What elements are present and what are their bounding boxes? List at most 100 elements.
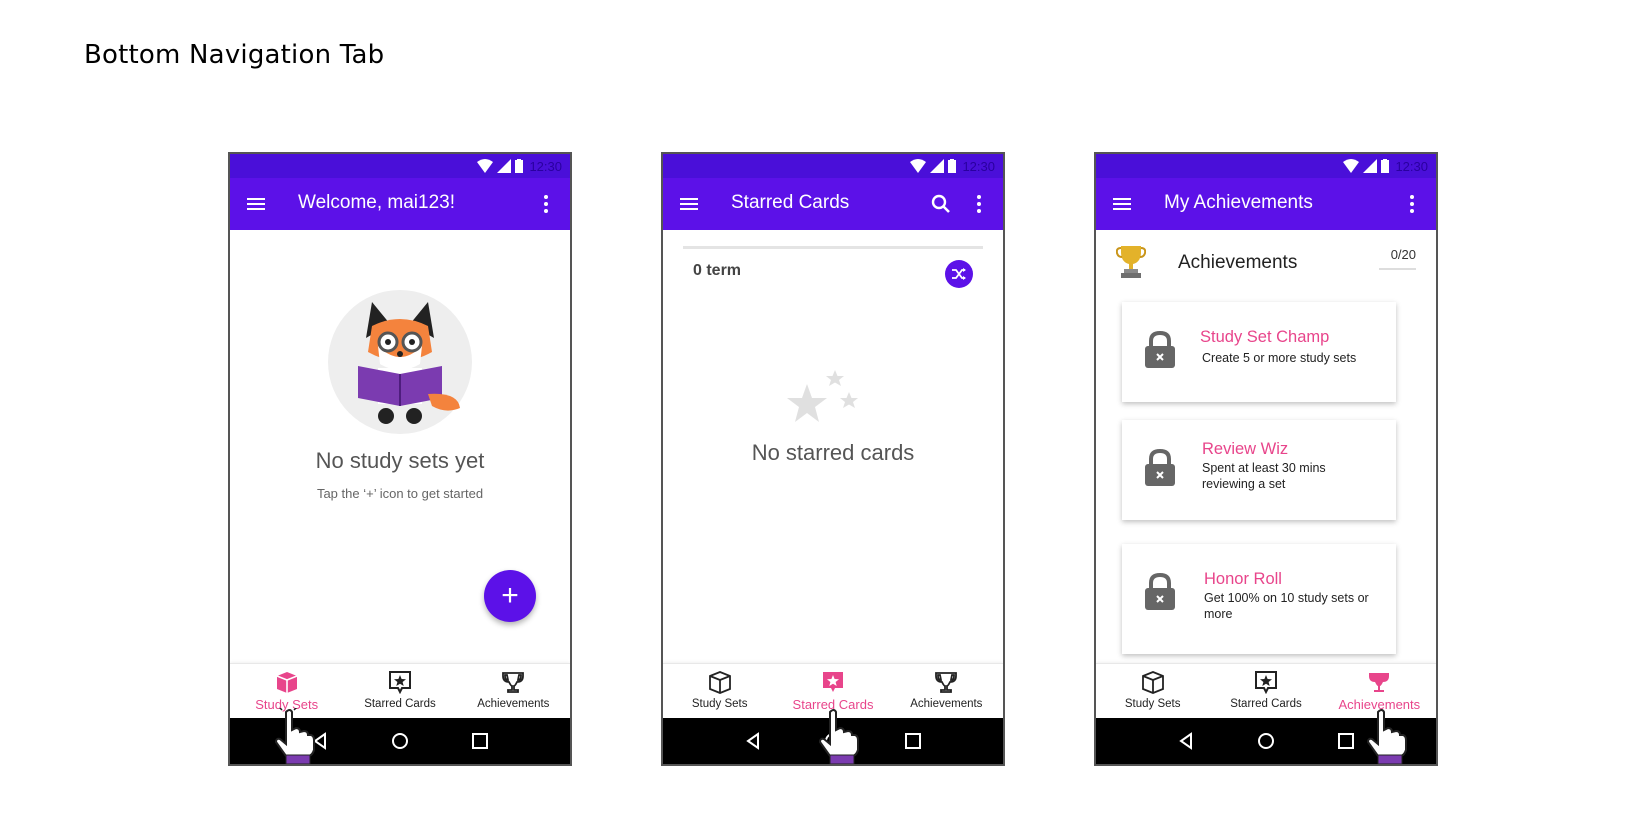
nav-label-study-sets: Study Sets <box>255 697 319 712</box>
app-bar-title: Starred Cards <box>731 192 850 213</box>
status-time: 12:30 <box>962 158 995 174</box>
app-bar-title: Welcome, mai123! <box>298 192 455 213</box>
empty-state-title: No starred cards <box>751 440 915 465</box>
empty-stars-illustration <box>787 370 858 422</box>
study-sets-icon <box>708 671 731 694</box>
main-content: No study sets yet Tap the ‘+’ icon to ge… <box>230 230 570 656</box>
nav-label-achievements: Achievements <box>477 698 550 710</box>
system-navigation-bar <box>1096 718 1436 764</box>
section-title: Achievements <box>1178 252 1298 273</box>
achievement-count: 0/20 <box>1378 247 1416 270</box>
nav-tab-achievements[interactable]: Achievements <box>457 664 570 718</box>
nav-tab-starred-cards[interactable]: Starred Cards <box>1209 664 1322 718</box>
achievement-description: Create 5 or more study sets <box>1202 351 1357 365</box>
gold-trophy-icon <box>1116 246 1146 278</box>
app-bar-title: My Achievements <box>1164 192 1313 213</box>
battery-icon <box>948 159 957 173</box>
starred-cards-icon <box>822 672 843 692</box>
menu-icon[interactable] <box>677 192 701 216</box>
main-content: Achievements 0/20 Study Set Champ Create… <box>1096 230 1436 656</box>
signal-icon <box>497 159 512 173</box>
wifi-icon <box>477 159 494 173</box>
app-bar: Starred Cards <box>663 178 1003 230</box>
menu-icon[interactable] <box>244 192 268 216</box>
divider <box>683 246 983 249</box>
phone-achievements: 12:30 My Achievements Achievements 0/20 … <box>1094 152 1438 766</box>
status-time: 12:30 <box>529 158 562 174</box>
achievement-card[interactable]: Review Wiz Spent at least 30 mins review… <box>1122 420 1396 520</box>
achievement-title: Review Wiz <box>1202 440 1289 458</box>
wifi-icon <box>910 159 927 173</box>
nav-label-study-sets: Study Sets <box>691 698 748 710</box>
battery-icon <box>1381 159 1390 173</box>
term-count: 0 term <box>693 262 742 279</box>
nav-tab-starred-cards[interactable]: Starred Cards <box>343 664 456 718</box>
achievement-title: Honor Roll <box>1204 570 1282 588</box>
search-icon[interactable] <box>929 192 953 216</box>
trophy-icon <box>502 672 525 693</box>
nav-tab-study-sets[interactable]: Study Sets <box>230 664 343 718</box>
nav-tab-study-sets[interactable]: Study Sets <box>1096 664 1209 718</box>
battery-icon <box>515 159 524 173</box>
add-icon: + <box>501 579 519 612</box>
status-bar: 12:30 <box>663 154 1003 178</box>
nav-tab-starred-cards[interactable]: Starred Cards <box>776 664 889 718</box>
recents-icon[interactable] <box>904 732 922 750</box>
recents-icon[interactable] <box>471 732 489 750</box>
more-vert-icon[interactable] <box>967 192 991 216</box>
app-bar: Welcome, mai123! <box>230 178 570 230</box>
nav-tab-achievements[interactable]: Achievements <box>890 664 1003 718</box>
achievement-description: Spent at least 30 mins reviewing a set <box>1202 461 1326 491</box>
bottom-navigation: Study Sets Starred Cards Achievements <box>230 663 570 718</box>
status-time: 12:30 <box>1395 158 1428 174</box>
nav-label-achievements: Achievements <box>1338 697 1421 712</box>
trophy-icon <box>1369 673 1390 692</box>
nav-label-achievements: Achievements <box>910 698 983 710</box>
nav-label-starred-cards: Starred Cards <box>792 697 874 712</box>
wifi-icon <box>1343 159 1360 173</box>
lock-icon <box>1145 448 1175 486</box>
lock-icon <box>1145 330 1175 368</box>
back-icon[interactable] <box>311 732 329 750</box>
menu-icon[interactable] <box>1110 192 1134 216</box>
bottom-navigation: Study Sets Starred Cards Achievements <box>1096 663 1436 718</box>
back-icon[interactable] <box>744 732 762 750</box>
back-icon[interactable] <box>1177 732 1195 750</box>
system-navigation-bar <box>663 718 1003 764</box>
shuffle-button[interactable] <box>945 260 973 288</box>
app-bar: My Achievements <box>1096 178 1436 230</box>
starred-cards-icon <box>388 671 411 694</box>
achievements-header: Achievements 0/20 <box>1116 242 1416 282</box>
bottom-navigation: Study Sets Starred Cards Achievements <box>663 663 1003 718</box>
study-sets-icon <box>1141 671 1164 694</box>
nav-tab-achievements[interactable]: Achievements <box>1323 664 1436 718</box>
recents-icon[interactable] <box>1337 732 1355 750</box>
empty-state-subtitle: Tap the ‘+’ icon to get started <box>316 486 484 501</box>
home-icon[interactable] <box>1257 732 1275 750</box>
main-content: 0 term No starred cards <box>663 230 1003 656</box>
achievement-description: Get 100% on 10 study sets or more <box>1204 591 1369 621</box>
fox-mascot-illustration <box>328 290 472 434</box>
status-bar: 12:30 <box>1096 154 1436 178</box>
phone-starred-cards: 12:30 Starred Cards 0 term No starred ca… <box>661 152 1005 766</box>
more-vert-icon[interactable] <box>1400 192 1424 216</box>
system-navigation-bar <box>230 718 570 764</box>
achievement-card[interactable]: Study Set Champ Create 5 or more study s… <box>1122 302 1396 402</box>
more-vert-icon[interactable] <box>534 192 558 216</box>
signal-icon <box>1363 159 1378 173</box>
nav-tab-study-sets[interactable]: Study Sets <box>663 664 776 718</box>
achievement-card[interactable]: Honor Roll Get 100% on 10 study sets or … <box>1122 544 1396 654</box>
home-icon[interactable] <box>824 732 842 750</box>
nav-label-starred-cards: Starred Cards <box>1230 698 1302 710</box>
home-icon[interactable] <box>391 732 409 750</box>
lock-icon <box>1145 572 1175 610</box>
nav-label-study-sets: Study Sets <box>1124 698 1181 710</box>
trophy-icon <box>935 672 958 693</box>
status-bar: 12:30 <box>230 154 570 178</box>
signal-icon <box>930 159 945 173</box>
empty-state-title: No study sets yet <box>315 448 485 473</box>
shuffle-icon <box>952 268 966 280</box>
add-study-set-button[interactable]: + <box>484 570 536 622</box>
page-title: Bottom Navigation Tab <box>84 40 385 70</box>
starred-cards-icon <box>1254 671 1277 694</box>
